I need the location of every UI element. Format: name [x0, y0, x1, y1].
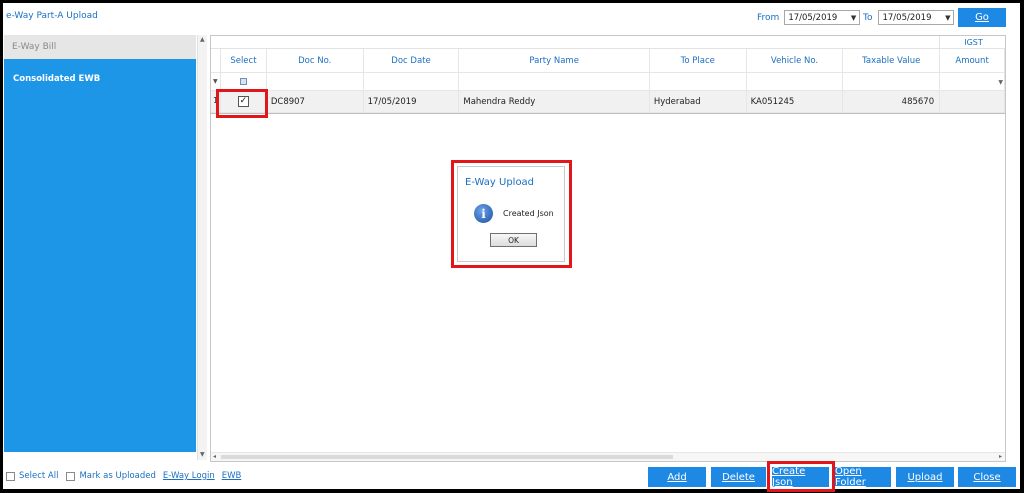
scroll-up-icon[interactable]: ▲	[200, 36, 205, 43]
scroll-right-icon[interactable]: ▸	[999, 453, 1002, 460]
from-label: From	[757, 12, 780, 23]
filter-cell[interactable]	[940, 73, 1005, 91]
column-header-doc-date[interactable]: Doc Date	[363, 49, 460, 73]
row-indicator-header	[211, 49, 221, 73]
cell-amount	[940, 91, 1005, 113]
column-header-party-name[interactable]: Party Name	[459, 49, 650, 73]
sidebar-header[interactable]: E-Way Bill	[4, 35, 196, 59]
grid-scroll-down-icon[interactable]: ▼	[998, 79, 1003, 86]
grid-header-row: Select Doc No. Doc Date Party Name To Pl…	[211, 49, 1005, 73]
filter-cell[interactable]	[843, 73, 941, 91]
window-title: e-Way Part-A Upload	[6, 11, 98, 21]
cell-doc-date: 17/05/2019	[363, 91, 460, 113]
to-date-value: 17/05/2019	[882, 12, 932, 23]
filter-cell[interactable]	[649, 73, 747, 91]
eway-login-link[interactable]: E-Way Login	[163, 471, 215, 481]
documents-grid: IGST Select Doc No. Doc Date Party Name …	[210, 35, 1006, 462]
mark-uploaded-checkbox[interactable]	[66, 471, 76, 481]
chevron-down-icon[interactable]: ▼	[945, 14, 950, 22]
scroll-left-icon[interactable]: ◂	[213, 453, 216, 460]
grid-group-header-row: IGST	[211, 36, 1005, 49]
to-date-picker[interactable]: 17/05/2019 ▼	[878, 10, 955, 25]
checkbox-highlight	[216, 89, 268, 118]
eway-upload-dialog: E-Way Upload i Created Json OK	[457, 166, 565, 262]
create-json-highlight	[767, 461, 835, 492]
column-header-select[interactable]: Select	[220, 49, 267, 73]
filter-icon: ▼	[213, 78, 218, 85]
grid-filter-row: ▼	[211, 73, 1005, 91]
from-date-picker[interactable]: 17/05/2019 ▼	[784, 10, 861, 25]
add-button[interactable]: Add	[648, 467, 706, 487]
dialog-title: E-Way Upload	[465, 177, 535, 188]
from-date-value: 17/05/2019	[788, 12, 838, 23]
cell-vehicle-no: KA051245	[746, 91, 844, 113]
to-date-group: To 17/05/2019 ▼	[863, 9, 955, 26]
grid-horizontal-scrollbar[interactable]: ◂ ▸	[211, 452, 1005, 461]
info-icon: i	[474, 204, 493, 223]
chevron-down-icon[interactable]: ▼	[851, 14, 856, 22]
to-label: To	[863, 12, 873, 23]
sidebar-scrollbar[interactable]: ▲ ▼	[197, 35, 207, 460]
cell-doc-no: DC8907	[266, 91, 364, 113]
ok-button[interactable]: OK	[490, 233, 537, 247]
filter-cell[interactable]	[363, 73, 460, 91]
filter-cell[interactable]	[746, 73, 844, 91]
cell-taxable-value: 485670	[843, 91, 941, 113]
select-all-checkbox[interactable]	[6, 471, 15, 481]
open-folder-button[interactable]: Open Folder	[835, 466, 891, 488]
cell-party-name: Mahendra Reddy	[459, 91, 650, 113]
upload-button[interactable]: Upload	[896, 467, 954, 487]
sidebar-item-consolidated-ewb[interactable]: Consolidated EWB	[13, 74, 100, 84]
footer-options: Select All Mark as Uploaded E-Way Login …	[6, 471, 241, 481]
from-date-group: From 17/05/2019 ▼	[757, 9, 861, 26]
sidebar-panel: Consolidated EWB	[4, 59, 196, 452]
filter-cell[interactable]	[459, 73, 650, 91]
cell-to-place: Hyderabad	[649, 91, 747, 113]
delete-button[interactable]: Delete	[711, 467, 766, 487]
dialog-message: Created Json	[503, 209, 554, 218]
column-header-amount[interactable]: Amount	[940, 49, 1005, 73]
go-button[interactable]: Go	[958, 8, 1006, 27]
mark-uploaded-label[interactable]: Mark as Uploaded	[79, 471, 155, 481]
column-header-doc-no[interactable]: Doc No.	[266, 49, 364, 73]
table-row[interactable]: 1 ✓ DC8907 17/05/2019 Mahendra Reddy Hyd…	[211, 91, 1005, 114]
close-button[interactable]: Close	[958, 467, 1016, 487]
filter-checkbox-icon[interactable]	[239, 78, 247, 85]
scroll-down-icon[interactable]: ▼	[200, 451, 205, 458]
column-header-taxable-value[interactable]: Taxable Value	[843, 49, 941, 73]
column-header-vehicle-no[interactable]: Vehicle No.	[746, 49, 844, 73]
scrollbar-thumb[interactable]	[221, 455, 673, 459]
column-header-to-place[interactable]: To Place	[649, 49, 747, 73]
igst-group-header: IGST	[939, 36, 1005, 49]
ewb-link[interactable]: EWB	[222, 471, 242, 481]
filter-cell[interactable]	[266, 73, 364, 91]
select-all-label[interactable]: Select All	[19, 471, 58, 481]
